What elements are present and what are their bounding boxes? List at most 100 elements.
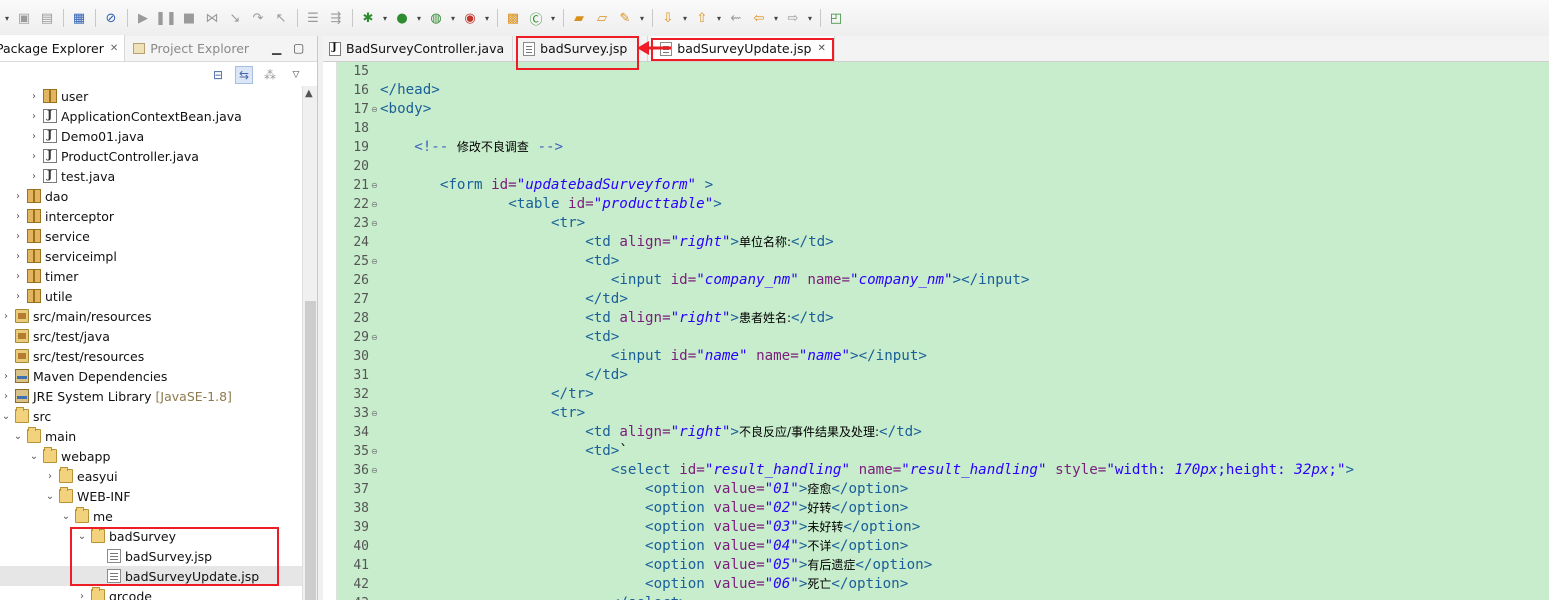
code-line[interactable]: 28 <td align="right">患者姓名:</td> [339, 309, 1549, 328]
code-line[interactable]: 32 </tr> [339, 385, 1549, 404]
save-all-icon[interactable]: ▤ [36, 7, 58, 29]
run-icon[interactable]: ● [391, 7, 413, 29]
back-icon[interactable]: ⇦ [748, 7, 770, 29]
code-line[interactable]: 15 [339, 62, 1549, 81]
fold-icon[interactable]: ⊖ [371, 100, 380, 119]
collapsed-arrow-icon[interactable]: › [12, 251, 24, 262]
scroll-up-icon[interactable]: ▲ [305, 88, 313, 99]
fold-icon[interactable]: ⊖ [371, 404, 380, 423]
editor-tab[interactable]: badSurvey.jsp [513, 36, 649, 61]
use-step-filters-icon[interactable]: ⇶ [325, 7, 347, 29]
tree-item[interactable]: › serviceimpl [0, 246, 303, 266]
fold-icon[interactable]: ⊖ [371, 252, 380, 271]
collapsed-arrow-icon[interactable]: › [28, 131, 40, 142]
fold-icon[interactable]: ⊖ [371, 176, 380, 195]
tree-item[interactable]: src/test/java [0, 326, 303, 346]
tree-item[interactable]: ⌄ main [0, 426, 303, 446]
save-icon[interactable]: ▣ [13, 7, 35, 29]
code-line[interactable]: 16 </head> [339, 81, 1549, 100]
collapsed-arrow-icon[interactable]: › [0, 371, 12, 382]
collapse-all-icon[interactable]: ⊟ [209, 66, 227, 84]
tree-item[interactable]: › ProductController.java [0, 146, 303, 166]
open-type-icon[interactable]: ▰ [568, 7, 590, 29]
code-line[interactable]: 25 ⊖ <td> [339, 252, 1549, 271]
external-tools-dropdown-icon[interactable]: ▾ [482, 7, 492, 29]
forward-icon[interactable]: ⇨ [782, 7, 804, 29]
maximize-icon[interactable]: ▢ [293, 41, 304, 55]
fold-icon[interactable]: ⊖ [371, 214, 380, 233]
open-task-icon[interactable]: ▱ [591, 7, 613, 29]
collapsed-arrow-icon[interactable]: › [76, 591, 88, 600]
tree-item[interactable]: › test.java [0, 166, 303, 186]
tree-item[interactable]: › JRE System Library [JavaSE-1.8] [0, 386, 303, 406]
close-icon[interactable]: ✕ [817, 43, 825, 54]
tree-item[interactable]: › service [0, 226, 303, 246]
expanded-arrow-icon[interactable]: ⌄ [12, 431, 24, 442]
link-with-editor-icon[interactable]: ⇆ [235, 66, 253, 84]
run-dropdown-icon[interactable]: ▾ [414, 7, 424, 29]
tab-project-explorer[interactable]: Project Explorer [125, 35, 255, 61]
fold-icon[interactable]: ⊖ [371, 442, 380, 461]
print-icon[interactable]: ▦ [68, 7, 90, 29]
collapsed-arrow-icon[interactable]: › [0, 391, 12, 402]
tree-item[interactable]: ⌄ me [0, 506, 303, 526]
code-line[interactable]: 43 </select> [339, 594, 1549, 600]
previous-annotation-dropdown-icon[interactable]: ▾ [714, 7, 724, 29]
tree-item[interactable]: badSurvey.jsp [0, 546, 303, 566]
tree-item[interactable]: › easyui [0, 466, 303, 486]
code-line[interactable]: 23 ⊖ <tr> [339, 214, 1549, 233]
drop-to-frame-icon[interactable]: ☰ [302, 7, 324, 29]
new-dropdown-icon[interactable]: ▾ [2, 7, 12, 29]
code-line[interactable]: 24 <td align="right">单位名称:</td> [339, 233, 1549, 252]
last-edit-location-icon[interactable]: ⇜ [725, 7, 747, 29]
code-line[interactable]: 29 ⊖ <td> [339, 328, 1549, 347]
previous-annotation-icon[interactable]: ⇧ [691, 7, 713, 29]
debug-dropdown-icon[interactable]: ▾ [380, 7, 390, 29]
tree-item[interactable]: src/test/resources [0, 346, 303, 366]
search-dropdown-icon[interactable]: ▾ [637, 7, 647, 29]
collapsed-arrow-icon[interactable]: › [12, 191, 24, 202]
code-line[interactable]: 35 ⊖ <td>` [339, 442, 1549, 461]
collapsed-arrow-icon[interactable]: › [28, 151, 40, 162]
code-line[interactable]: 37 <option value="01">痊愈</option> [339, 480, 1549, 499]
new-java-class-dropdown-icon[interactable]: ▾ [548, 7, 558, 29]
code-line[interactable]: 40 <option value="04">不详</option> [339, 537, 1549, 556]
new-java-class-icon[interactable]: Ⓒ [525, 7, 547, 29]
search-icon[interactable]: ✎ [614, 7, 636, 29]
disconnect-icon[interactable]: ⋈ [201, 7, 223, 29]
code-line[interactable]: 38 <option value="02">好转</option> [339, 499, 1549, 518]
tree-item[interactable]: ⌄ badSurvey [0, 526, 303, 546]
tree-item[interactable]: › Maven Dependencies [0, 366, 303, 386]
tree-item[interactable]: › Demo01.java [0, 126, 303, 146]
expanded-arrow-icon[interactable]: ⌄ [60, 511, 72, 522]
next-annotation-dropdown-icon[interactable]: ▾ [680, 7, 690, 29]
collapsed-arrow-icon[interactable]: › [28, 91, 40, 102]
expanded-arrow-icon[interactable]: ⌄ [44, 491, 56, 502]
resume-icon[interactable]: ▶ [132, 7, 154, 29]
minimize-icon[interactable]: ▁ [272, 41, 281, 55]
close-icon[interactable]: ✕ [110, 43, 118, 54]
forward-dropdown-icon[interactable]: ▾ [805, 7, 815, 29]
code-line[interactable]: 42 <option value="06">死亡</option> [339, 575, 1549, 594]
code-line[interactable]: 36 ⊖ <select id="result_handling" name="re… [339, 461, 1549, 480]
tree-item[interactable]: › interceptor [0, 206, 303, 226]
code-line[interactable]: 33 ⊖ <tr> [339, 404, 1549, 423]
tree-item[interactable]: › user [0, 86, 303, 106]
code-line[interactable]: 26 <input id="company_nm" name="company_n… [339, 271, 1549, 290]
collapsed-arrow-icon[interactable]: › [44, 471, 56, 482]
code-line[interactable]: 39 <option value="03">未好转</option> [339, 518, 1549, 537]
pin-editor-icon[interactable]: ◰ [825, 7, 847, 29]
collapsed-arrow-icon[interactable]: › [12, 211, 24, 222]
code-editor[interactable]: 15 16 </head> 17 ⊖ <body> 18 19 <!-- 修改不良调查 --> 2… [323, 62, 1549, 600]
tree-item[interactable]: › utile [0, 286, 303, 306]
code-line[interactable]: 22 ⊖ <table id="producttable"> [339, 195, 1549, 214]
editor-tab[interactable]: badSurveyUpdate.jsp ✕ [652, 36, 835, 61]
scroll-thumb[interactable] [305, 301, 316, 600]
code-line[interactable]: 21 ⊖ <form id="updatebadSurveyform" > [339, 176, 1549, 195]
next-annotation-icon[interactable]: ⇩ [657, 7, 679, 29]
code-line[interactable]: 30 <input id="name" name="name"></input> [339, 347, 1549, 366]
step-over-icon[interactable]: ↷ [247, 7, 269, 29]
fold-icon[interactable]: ⊖ [371, 328, 380, 347]
code-line[interactable]: 27 </td> [339, 290, 1549, 309]
focus-icon[interactable]: ⁂ [261, 66, 279, 84]
